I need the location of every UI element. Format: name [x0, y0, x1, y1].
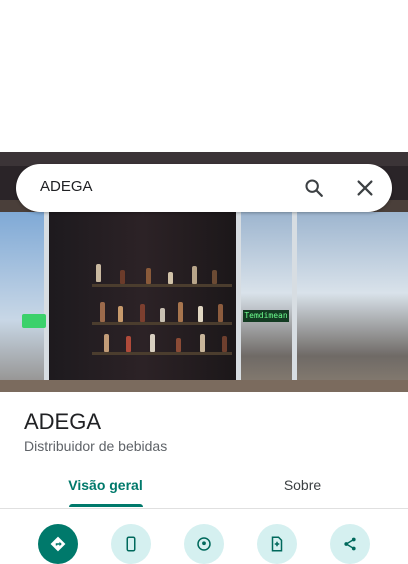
search-input[interactable]: ADEGA: [40, 164, 93, 212]
nearby-button[interactable]: [184, 524, 224, 564]
action-bar: [0, 520, 408, 564]
photo-bottle: [104, 334, 109, 352]
photo-bottle: [96, 264, 101, 282]
location-icon: [197, 537, 211, 551]
photo-bottle: [212, 270, 217, 284]
close-icon[interactable]: [354, 177, 376, 199]
map-blank-area: [0, 0, 408, 152]
search-bar[interactable]: ADEGA: [16, 164, 392, 212]
photo-bottle: [100, 302, 105, 322]
photo-shelf: [92, 284, 232, 287]
photo-bottle: [120, 270, 125, 284]
photo-bottle: [150, 334, 155, 352]
call-button[interactable]: [111, 524, 151, 564]
photo-bottle: [222, 336, 227, 352]
phone-icon: [126, 536, 136, 552]
photo-bottle: [192, 266, 197, 284]
photo-bottle: [126, 336, 131, 352]
photo-bottle: [178, 302, 183, 322]
photo-bottle: [168, 272, 173, 284]
photo-bottle: [160, 308, 165, 322]
directions-button[interactable]: [38, 524, 78, 564]
share-button[interactable]: [330, 524, 370, 564]
photo-shelf: [92, 352, 232, 355]
photo-window-right: [238, 212, 408, 392]
photo-neon-sign: Temdimean: [243, 310, 289, 322]
photo-bottle: [200, 334, 205, 352]
photo-bottle: [118, 306, 123, 322]
photo-bottle: [176, 338, 181, 352]
photo-window-left: [0, 212, 48, 392]
directions-icon: [50, 536, 66, 552]
save-button[interactable]: [257, 524, 297, 564]
photo-bottle: [198, 306, 203, 322]
active-tab-indicator: [69, 504, 143, 507]
place-category: Distribuidor de bebidas: [24, 438, 168, 454]
place-title: ADEGA: [24, 409, 102, 434]
photo-bottle: [140, 304, 145, 322]
photo-green-sign: [22, 314, 46, 328]
tab-about[interactable]: Sobre: [197, 466, 408, 508]
photo-bottle: [218, 304, 223, 322]
photo-shelf: [92, 322, 232, 325]
share-icon: [344, 537, 356, 551]
photo-storefront-base: [0, 380, 408, 392]
tab-overview[interactable]: Visão geral: [0, 466, 211, 508]
search-icon[interactable]: [303, 177, 325, 199]
photo-bottle: [146, 268, 151, 284]
place-tabs: Visão geral Sobre: [0, 466, 408, 509]
add-document-icon: [271, 536, 283, 552]
photo-interior: [48, 212, 238, 392]
